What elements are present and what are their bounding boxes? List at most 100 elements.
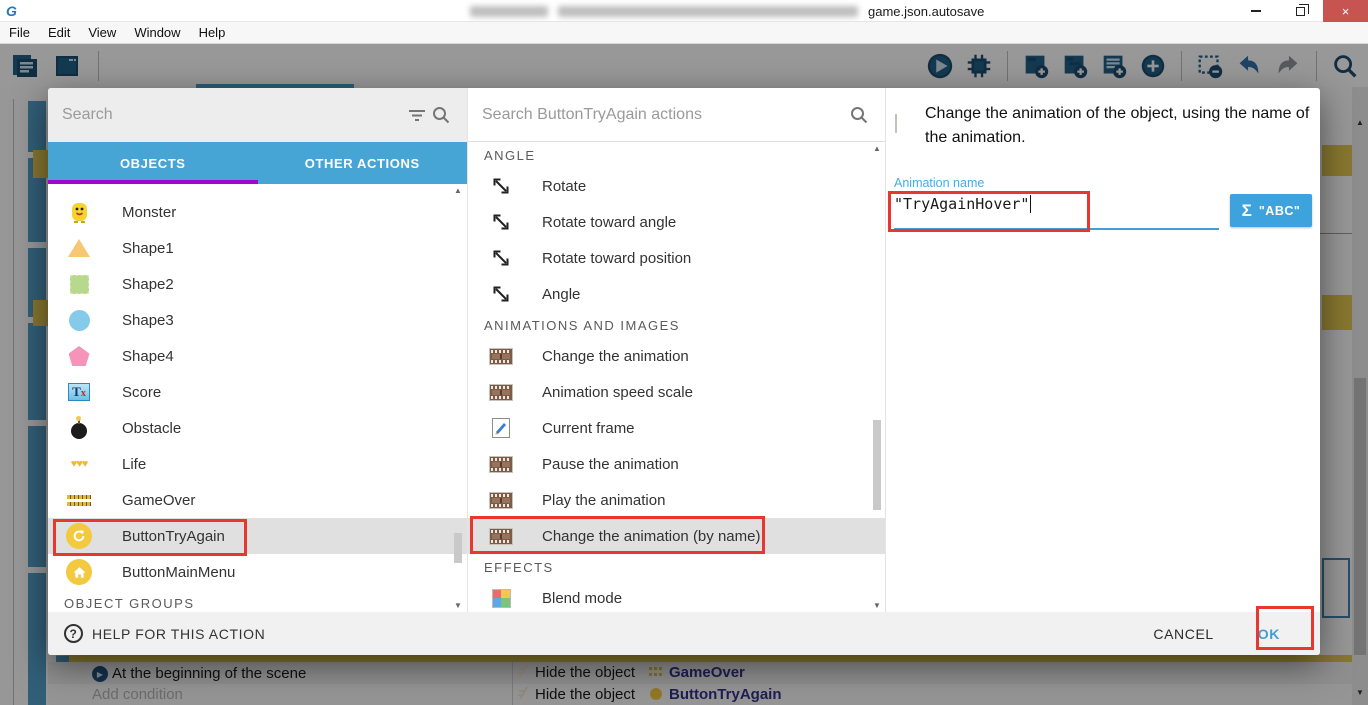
action-item-label: Angle — [542, 286, 580, 303]
list-item-label: Obstacle — [122, 420, 181, 437]
list-item-shape4[interactable]: Shape4 — [48, 338, 467, 374]
menu-file[interactable]: File — [0, 22, 39, 44]
action-item-label: Current frame — [542, 420, 635, 437]
list-item-monster[interactable]: Monster — [48, 194, 467, 230]
action-item-change-animation[interactable]: Change the animation — [468, 338, 885, 374]
film-icon — [895, 114, 897, 133]
action-editor-dialog: OBJECTS OTHER ACTIONS Monster Shape1 Sha… — [48, 88, 1320, 655]
film-icon — [488, 528, 514, 545]
film-icon — [488, 456, 514, 473]
animation-name-label: Animation name — [894, 176, 984, 190]
menu-bar: File Edit View Window Help — [0, 22, 1368, 44]
action-item-change-animation-by-name[interactable]: Change the animation (by name) — [468, 518, 885, 554]
action-item-current-frame[interactable]: Current frame — [468, 410, 885, 446]
list-item-life[interactable]: ♥♥♥ Life — [48, 446, 467, 482]
animation-name-field[interactable]: "TryAgainHover" — [894, 195, 1031, 213]
pentagon-icon — [66, 346, 92, 366]
section-header-effects: EFFECTS — [468, 554, 885, 580]
retry-button-icon — [66, 523, 92, 549]
scrollbar-thumb[interactable] — [873, 420, 881, 510]
list-item-buttonmainmenu[interactable]: ButtonMainMenu — [48, 554, 467, 590]
help-for-this-action-button[interactable]: ? HELP FOR THIS ACTION — [64, 624, 265, 643]
objects-search-input[interactable] — [62, 106, 405, 124]
filter-icon[interactable] — [405, 103, 429, 127]
window-title: game.json.autosave — [470, 0, 984, 22]
rotate-icon — [488, 211, 514, 233]
action-item-blend-mode[interactable]: Blend mode — [468, 580, 885, 612]
action-item-rotate-toward-position[interactable]: Rotate toward position — [468, 240, 885, 276]
action-item-play-animation[interactable]: Play the animation — [468, 482, 885, 518]
action-item-rotate-toward-angle[interactable]: Rotate toward angle — [468, 204, 885, 240]
scrollbar-thumb[interactable] — [454, 533, 462, 563]
actions-search-bar — [468, 88, 885, 142]
dialog-footer: ? HELP FOR THIS ACTION CANCEL OK — [48, 612, 1320, 655]
action-description: Change the animation of the object, usin… — [925, 102, 1311, 150]
menu-help[interactable]: Help — [190, 22, 235, 44]
action-item-animation-speed-scale[interactable]: Animation speed scale — [468, 374, 885, 410]
expression-editor-button[interactable]: Σ "ABC" — [1230, 194, 1312, 227]
actions-scrollbar[interactable]: ▲ ▼ — [871, 142, 883, 612]
menu-window[interactable]: Window — [125, 22, 189, 44]
action-item-rotate[interactable]: Rotate — [468, 168, 885, 204]
actions-panel: ANGLE Rotate Rotate toward angle Rotate … — [467, 88, 886, 612]
action-item-label: Pause the animation — [542, 456, 679, 473]
list-item-buttontryagain[interactable]: ButtonTryAgain — [48, 518, 467, 554]
object-groups-header: OBJECT GROUPS — [48, 590, 467, 612]
close-icon: × — [1342, 4, 1350, 19]
film-icon — [488, 384, 514, 401]
window-title-text: game.json.autosave — [868, 4, 984, 19]
list-item-label: ButtonTryAgain — [122, 528, 225, 545]
restore-button[interactable] — [1278, 0, 1323, 22]
film-icon — [488, 492, 514, 509]
restore-icon — [1296, 7, 1305, 16]
list-item-shape2[interactable]: Shape2 — [48, 266, 467, 302]
list-item-shape3[interactable]: Shape3 — [48, 302, 467, 338]
list-item-shape1[interactable]: Shape1 — [48, 230, 467, 266]
list-item-label: Life — [122, 456, 146, 473]
animation-name-value: "TryAgainHover" — [894, 195, 1029, 213]
menu-edit[interactable]: Edit — [39, 22, 79, 44]
action-item-angle[interactable]: Angle — [468, 276, 885, 312]
action-item-label: Change the animation — [542, 348, 689, 365]
section-header-animations: ANIMATIONS AND IMAGES — [468, 312, 885, 338]
tab-other-actions[interactable]: OTHER ACTIONS — [258, 142, 468, 184]
action-item-label: Rotate toward position — [542, 250, 691, 267]
list-item-obstacle[interactable]: Obstacle — [48, 410, 467, 446]
minimize-button[interactable] — [1233, 0, 1278, 22]
tab-objects[interactable]: OBJECTS — [48, 142, 258, 184]
rotate-icon — [488, 283, 514, 305]
objects-search-bar — [48, 88, 467, 142]
scroll-up-icon[interactable]: ▲ — [452, 186, 464, 195]
action-item-pause-animation[interactable]: Pause the animation — [468, 446, 885, 482]
ok-button[interactable]: OK — [1258, 626, 1280, 642]
search-icon[interactable] — [429, 103, 453, 127]
scroll-up-icon[interactable]: ▲ — [871, 144, 883, 153]
close-button[interactable]: × — [1323, 0, 1368, 22]
parameters-panel: Change the animation of the object, usin… — [886, 88, 1320, 612]
objects-scrollbar[interactable]: ▲ ▼ — [452, 184, 464, 612]
help-icon: ? — [64, 624, 83, 643]
list-item-label: Shape1 — [122, 240, 174, 257]
actions-search-input[interactable] — [482, 106, 847, 124]
gameover-icon — [66, 495, 92, 506]
list-item-label: Shape3 — [122, 312, 174, 329]
list-item-label: ButtonMainMenu — [122, 564, 235, 581]
text-caret — [1030, 195, 1031, 213]
action-item-label: Rotate toward angle — [542, 214, 676, 231]
objects-tabs: OBJECTS OTHER ACTIONS — [48, 142, 467, 184]
cancel-button[interactable]: CANCEL — [1153, 626, 1213, 642]
minimize-icon — [1251, 10, 1261, 12]
list-item-label: Monster — [122, 204, 176, 221]
action-item-label: Change the animation (by name) — [542, 528, 760, 545]
list-item-label: Score — [122, 384, 161, 401]
menu-view[interactable]: View — [79, 22, 125, 44]
home-button-icon — [66, 559, 92, 585]
scroll-down-icon[interactable]: ▼ — [871, 601, 883, 610]
list-item-gameover[interactable]: GameOver — [48, 482, 467, 518]
film-icon — [488, 348, 514, 365]
objects-list: Monster Shape1 Shape2 Shape3 Shape4 Tx — [48, 184, 467, 612]
scroll-down-icon[interactable]: ▼ — [452, 601, 464, 610]
actions-list: ANGLE Rotate Rotate toward angle Rotate … — [468, 142, 885, 612]
list-item-score[interactable]: Tx Score — [48, 374, 467, 410]
search-icon[interactable] — [847, 103, 871, 127]
